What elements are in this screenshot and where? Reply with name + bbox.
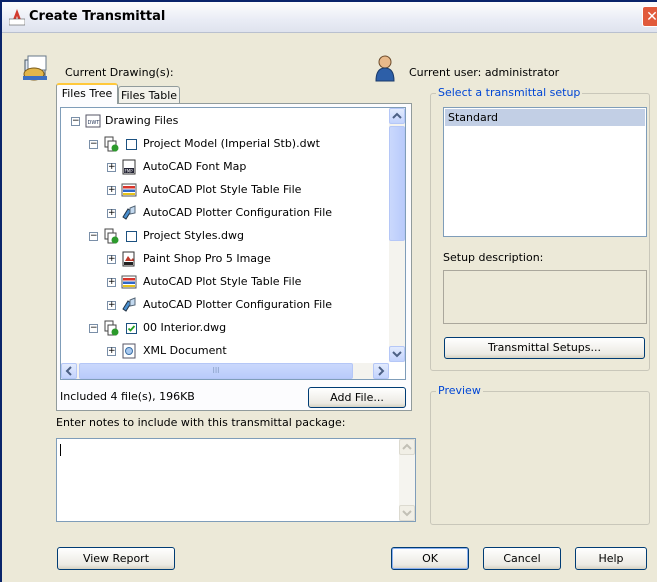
expand-icon[interactable]: + — [107, 186, 116, 195]
help-button[interactable]: Help — [575, 547, 647, 570]
tree-item-label: XML Document — [143, 344, 227, 357]
arrow-down-icon — [392, 351, 402, 358]
current-drawings-label: Current Drawing(s): — [65, 66, 174, 79]
drawing-icon — [104, 136, 119, 152]
plot-style-icon — [121, 275, 137, 289]
tab-files-tree-label: Files Tree — [61, 87, 113, 100]
drawing-icon — [104, 228, 119, 244]
add-file-button-label: Add File... — [330, 391, 384, 404]
tree-root-label: Drawing Files — [105, 114, 179, 127]
transmittal-setups-button-label: Transmittal Setups... — [488, 341, 601, 354]
transmittal-setup-group-label: Select a transmittal setup — [436, 86, 583, 99]
tree-horizontal-scrollbar[interactable]: III — [61, 363, 389, 379]
setup-description-box — [443, 270, 647, 324]
autocad-logo-icon — [9, 9, 25, 26]
view-report-button-label: View Report — [82, 552, 150, 565]
add-file-button[interactable]: Add File... — [308, 387, 406, 408]
notes-textarea[interactable] — [56, 438, 416, 522]
view-report-button[interactable]: View Report — [57, 547, 175, 570]
help-button-label: Help — [598, 552, 624, 565]
tree-item-label: AutoCAD Plotter Configuration File — [143, 206, 333, 219]
arrow-left-icon — [65, 366, 72, 376]
transmittal-setups-button[interactable]: Transmittal Setups... — [444, 337, 645, 359]
include-checkbox[interactable] — [126, 231, 137, 242]
tab-files-table[interactable]: Files Table — [118, 86, 180, 104]
expand-icon[interactable]: + — [107, 209, 116, 218]
xml-icon — [122, 343, 136, 359]
tree-item-label: 00 Interior.dwg — [143, 321, 227, 334]
included-files-summary: Included 4 file(s), 196KB — [60, 390, 195, 403]
expand-icon[interactable]: + — [107, 163, 116, 172]
arrow-down-icon — [402, 510, 412, 517]
dwt-file-icon: DWT — [85, 114, 101, 128]
plotter-icon — [122, 205, 136, 220]
ok-button-label: OK — [422, 552, 438, 565]
close-icon: ✕ — [646, 9, 657, 25]
notes-label: Enter notes to include with this transmi… — [56, 416, 346, 429]
text-cursor — [60, 444, 61, 456]
tree-item-label: AutoCAD Font Map — [143, 160, 247, 173]
tree-item-label: Project Model (Imperial Stb).dwt — [143, 137, 320, 150]
title-bar[interactable]: Create Transmittal — [2, 2, 657, 33]
scroll-up-button[interactable] — [389, 108, 405, 124]
close-button[interactable]: ✕ — [642, 6, 657, 27]
expand-icon[interactable]: + — [107, 301, 116, 310]
scroll-right-button[interactable] — [373, 363, 389, 379]
drawing-icon — [104, 320, 119, 336]
notes-scrollbar[interactable] — [399, 439, 415, 521]
scroll-thumb[interactable]: III — [79, 363, 353, 379]
plotter-icon — [122, 297, 136, 312]
scroll-thumb[interactable] — [389, 126, 405, 241]
plot-style-icon — [121, 183, 137, 197]
cancel-button[interactable]: Cancel — [483, 547, 561, 570]
drawings-icon — [23, 55, 47, 81]
tree-item-label: Paint Shop Pro 5 Image — [143, 252, 271, 265]
include-checkbox[interactable] — [126, 323, 137, 334]
collapse-icon[interactable]: − — [89, 324, 98, 333]
scroll-up-button[interactable] — [399, 439, 415, 455]
scroll-down-button[interactable] — [399, 505, 415, 521]
setup-list-item-standard[interactable]: Standard — [445, 109, 645, 126]
arrow-up-icon — [392, 112, 402, 119]
tree-item-label: AutoCAD Plot Style Table File — [143, 183, 302, 196]
font-map-icon: FMP — [122, 159, 136, 175]
scroll-down-button[interactable] — [389, 346, 405, 362]
current-user-label: Current user: administrator — [409, 66, 560, 79]
tree-item-label: AutoCAD Plotter Configuration File — [143, 298, 333, 311]
expand-icon[interactable]: + — [107, 347, 116, 356]
preview-group — [430, 391, 650, 525]
arrow-right-icon — [378, 366, 385, 376]
collapse-icon[interactable]: − — [89, 140, 98, 149]
tab-files-table-label: Files Table — [120, 89, 178, 102]
tree-vertical-scrollbar[interactable] — [389, 108, 405, 362]
tree-item-label: Project Styles.dwg — [143, 229, 244, 242]
collapse-icon[interactable]: − — [71, 117, 80, 126]
scroll-grip: III — [212, 366, 220, 375]
expand-icon[interactable]: + — [107, 278, 116, 287]
window-title: Create Transmittal — [29, 9, 166, 24]
cancel-button-label: Cancel — [503, 552, 541, 565]
tree-item-label: AutoCAD Plot Style Table File — [143, 275, 302, 288]
create-transmittal-dialog: Create Transmittal ✕ Current Drawing(s):… — [0, 0, 657, 582]
checkmark-icon — [127, 325, 136, 332]
ok-button[interactable]: OK — [391, 547, 469, 570]
scroll-left-button[interactable] — [61, 363, 77, 379]
svg-text:FMP: FMP — [125, 169, 134, 174]
image-icon — [122, 251, 135, 267]
collapse-icon[interactable]: − — [89, 232, 98, 241]
arrow-up-icon — [402, 443, 412, 450]
include-checkbox[interactable] — [126, 139, 137, 150]
user-icon — [375, 55, 395, 82]
setup-item-label: Standard — [448, 111, 499, 124]
files-tree[interactable]: − DWT Drawing Files − Project Model (Imp… — [60, 107, 406, 380]
setup-description-label: Setup description: — [443, 251, 544, 264]
setup-list[interactable]: Standard — [443, 107, 647, 237]
svg-text:DWT: DWT — [88, 120, 101, 126]
expand-icon[interactable]: + — [107, 255, 116, 264]
preview-group-label: Preview — [436, 384, 483, 397]
tab-files-tree[interactable]: Files Tree — [56, 83, 118, 104]
